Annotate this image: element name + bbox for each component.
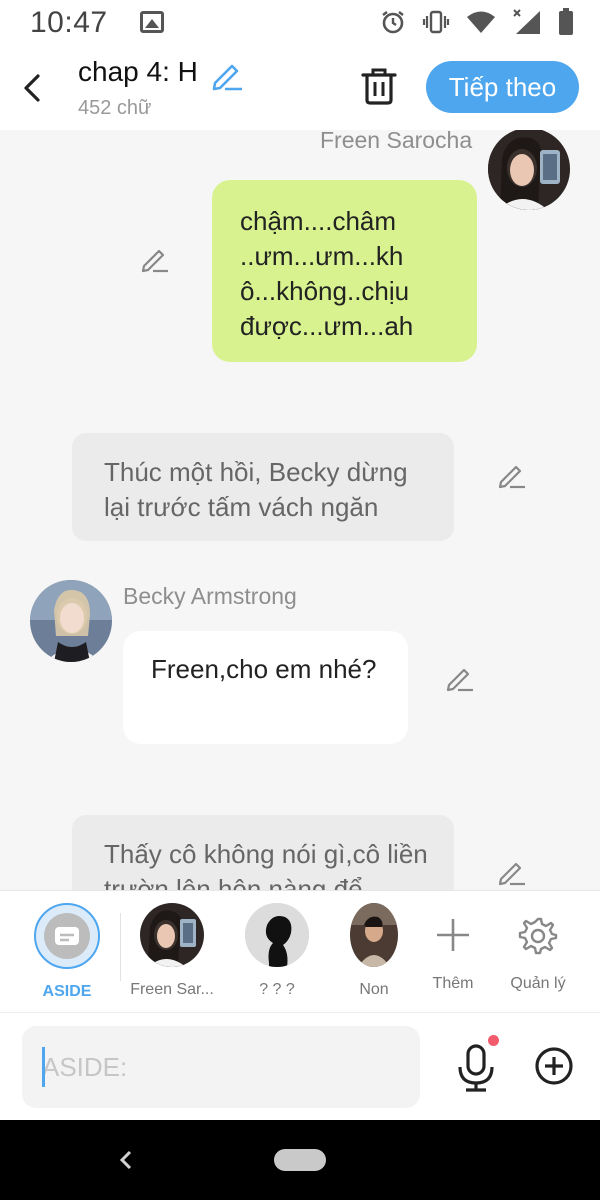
edit-message-button[interactable]	[497, 460, 527, 490]
silhouette-icon	[245, 903, 309, 967]
character-label: ? ? ?	[259, 981, 295, 998]
speaker-name: Freen Sarocha	[320, 130, 473, 153]
chat-area[interactable]: Freen Sarocha chậm....châm ..ưm...ưm...k…	[0, 130, 600, 890]
avatar[interactable]	[30, 580, 112, 662]
divider	[120, 913, 121, 981]
character-aside[interactable]: ASIDE	[21, 903, 113, 1001]
battery-icon	[559, 8, 573, 35]
add-label: Thêm	[432, 975, 474, 992]
add-character-button[interactable]: Thêm	[407, 903, 499, 993]
status-bar: 10:47	[0, 0, 600, 48]
message-bubble[interactable]: Freen,cho em nhé?	[123, 631, 408, 744]
avatar-photo	[30, 580, 112, 662]
pencil-icon	[498, 862, 525, 886]
avatar-photo	[140, 903, 204, 967]
manage-label: Quản lý	[510, 975, 566, 992]
plus-circle-icon	[535, 1047, 573, 1085]
gear-icon	[492, 903, 584, 967]
wifi-icon	[467, 11, 495, 33]
pencil-icon	[141, 249, 168, 273]
character-label: Freen Sar...	[130, 981, 214, 998]
status-time: 10:47	[30, 6, 108, 39]
character-unknown[interactable]: ? ? ?	[231, 903, 323, 999]
composer-bar	[0, 1012, 600, 1120]
edit-message-button[interactable]	[140, 244, 170, 274]
delete-button[interactable]	[360, 66, 398, 106]
image-notification-icon	[140, 11, 164, 33]
plus-icon	[407, 903, 499, 967]
character-bar: ASIDE Freen Sar... ? ? ? Non Thêm Quản l…	[0, 890, 600, 1012]
chat-bubble-icon	[44, 913, 90, 959]
system-nav-bar	[0, 1120, 600, 1200]
chevron-left-icon	[119, 1150, 132, 1170]
pencil-icon	[446, 668, 473, 692]
text-caret	[42, 1047, 45, 1087]
aside-bubble[interactable]: Thấy cô không nói gì,cô liền trườn lên h…	[72, 815, 454, 890]
alarm-icon	[382, 11, 404, 34]
pencil-icon	[498, 465, 525, 489]
editor-header: chap 4: H 452 chữ Tiếp theo	[0, 48, 600, 130]
edit-message-button[interactable]	[445, 663, 475, 693]
edit-message-button[interactable]	[497, 857, 527, 887]
next-button[interactable]: Tiếp theo	[426, 61, 579, 113]
voice-button[interactable]	[456, 1043, 496, 1093]
edit-title-button[interactable]	[210, 58, 244, 92]
character-label: ASIDE	[42, 983, 92, 1000]
avatar-photo	[488, 130, 570, 210]
avatar	[245, 903, 309, 967]
avatar[interactable]	[488, 130, 570, 210]
nav-back-button[interactable]	[112, 1146, 140, 1174]
signal-icon	[513, 9, 540, 34]
chapter-title: chap 4: H	[78, 56, 198, 87]
avatar	[350, 903, 398, 967]
back-button[interactable]	[14, 68, 50, 108]
trash-icon	[361, 68, 397, 105]
chevron-left-icon	[24, 74, 40, 102]
avatar-photo	[350, 903, 398, 967]
character-freen[interactable]: Freen Sar...	[126, 903, 218, 999]
message-input[interactable]	[22, 1026, 420, 1108]
nav-home-button[interactable]	[274, 1149, 326, 1171]
vibrate-icon	[422, 10, 450, 34]
manage-characters-button[interactable]: Quản lý	[492, 903, 584, 993]
microphone-icon	[458, 1044, 494, 1092]
status-icons	[380, 8, 574, 36]
pencil-icon	[212, 64, 242, 91]
avatar	[140, 903, 204, 967]
aside-bubble[interactable]: Thúc một hồi, Becky dừng lại trước tấm v…	[72, 433, 454, 541]
speaker-name: Becky Armstrong	[123, 583, 297, 609]
message-bubble[interactable]: chậm....châm ..ưm...ưm...kh ô...không..c…	[212, 180, 477, 362]
aside-avatar	[34, 903, 100, 969]
add-media-button[interactable]	[534, 1046, 574, 1086]
notification-dot	[488, 1035, 499, 1046]
word-count: 452 chữ	[78, 97, 152, 119]
